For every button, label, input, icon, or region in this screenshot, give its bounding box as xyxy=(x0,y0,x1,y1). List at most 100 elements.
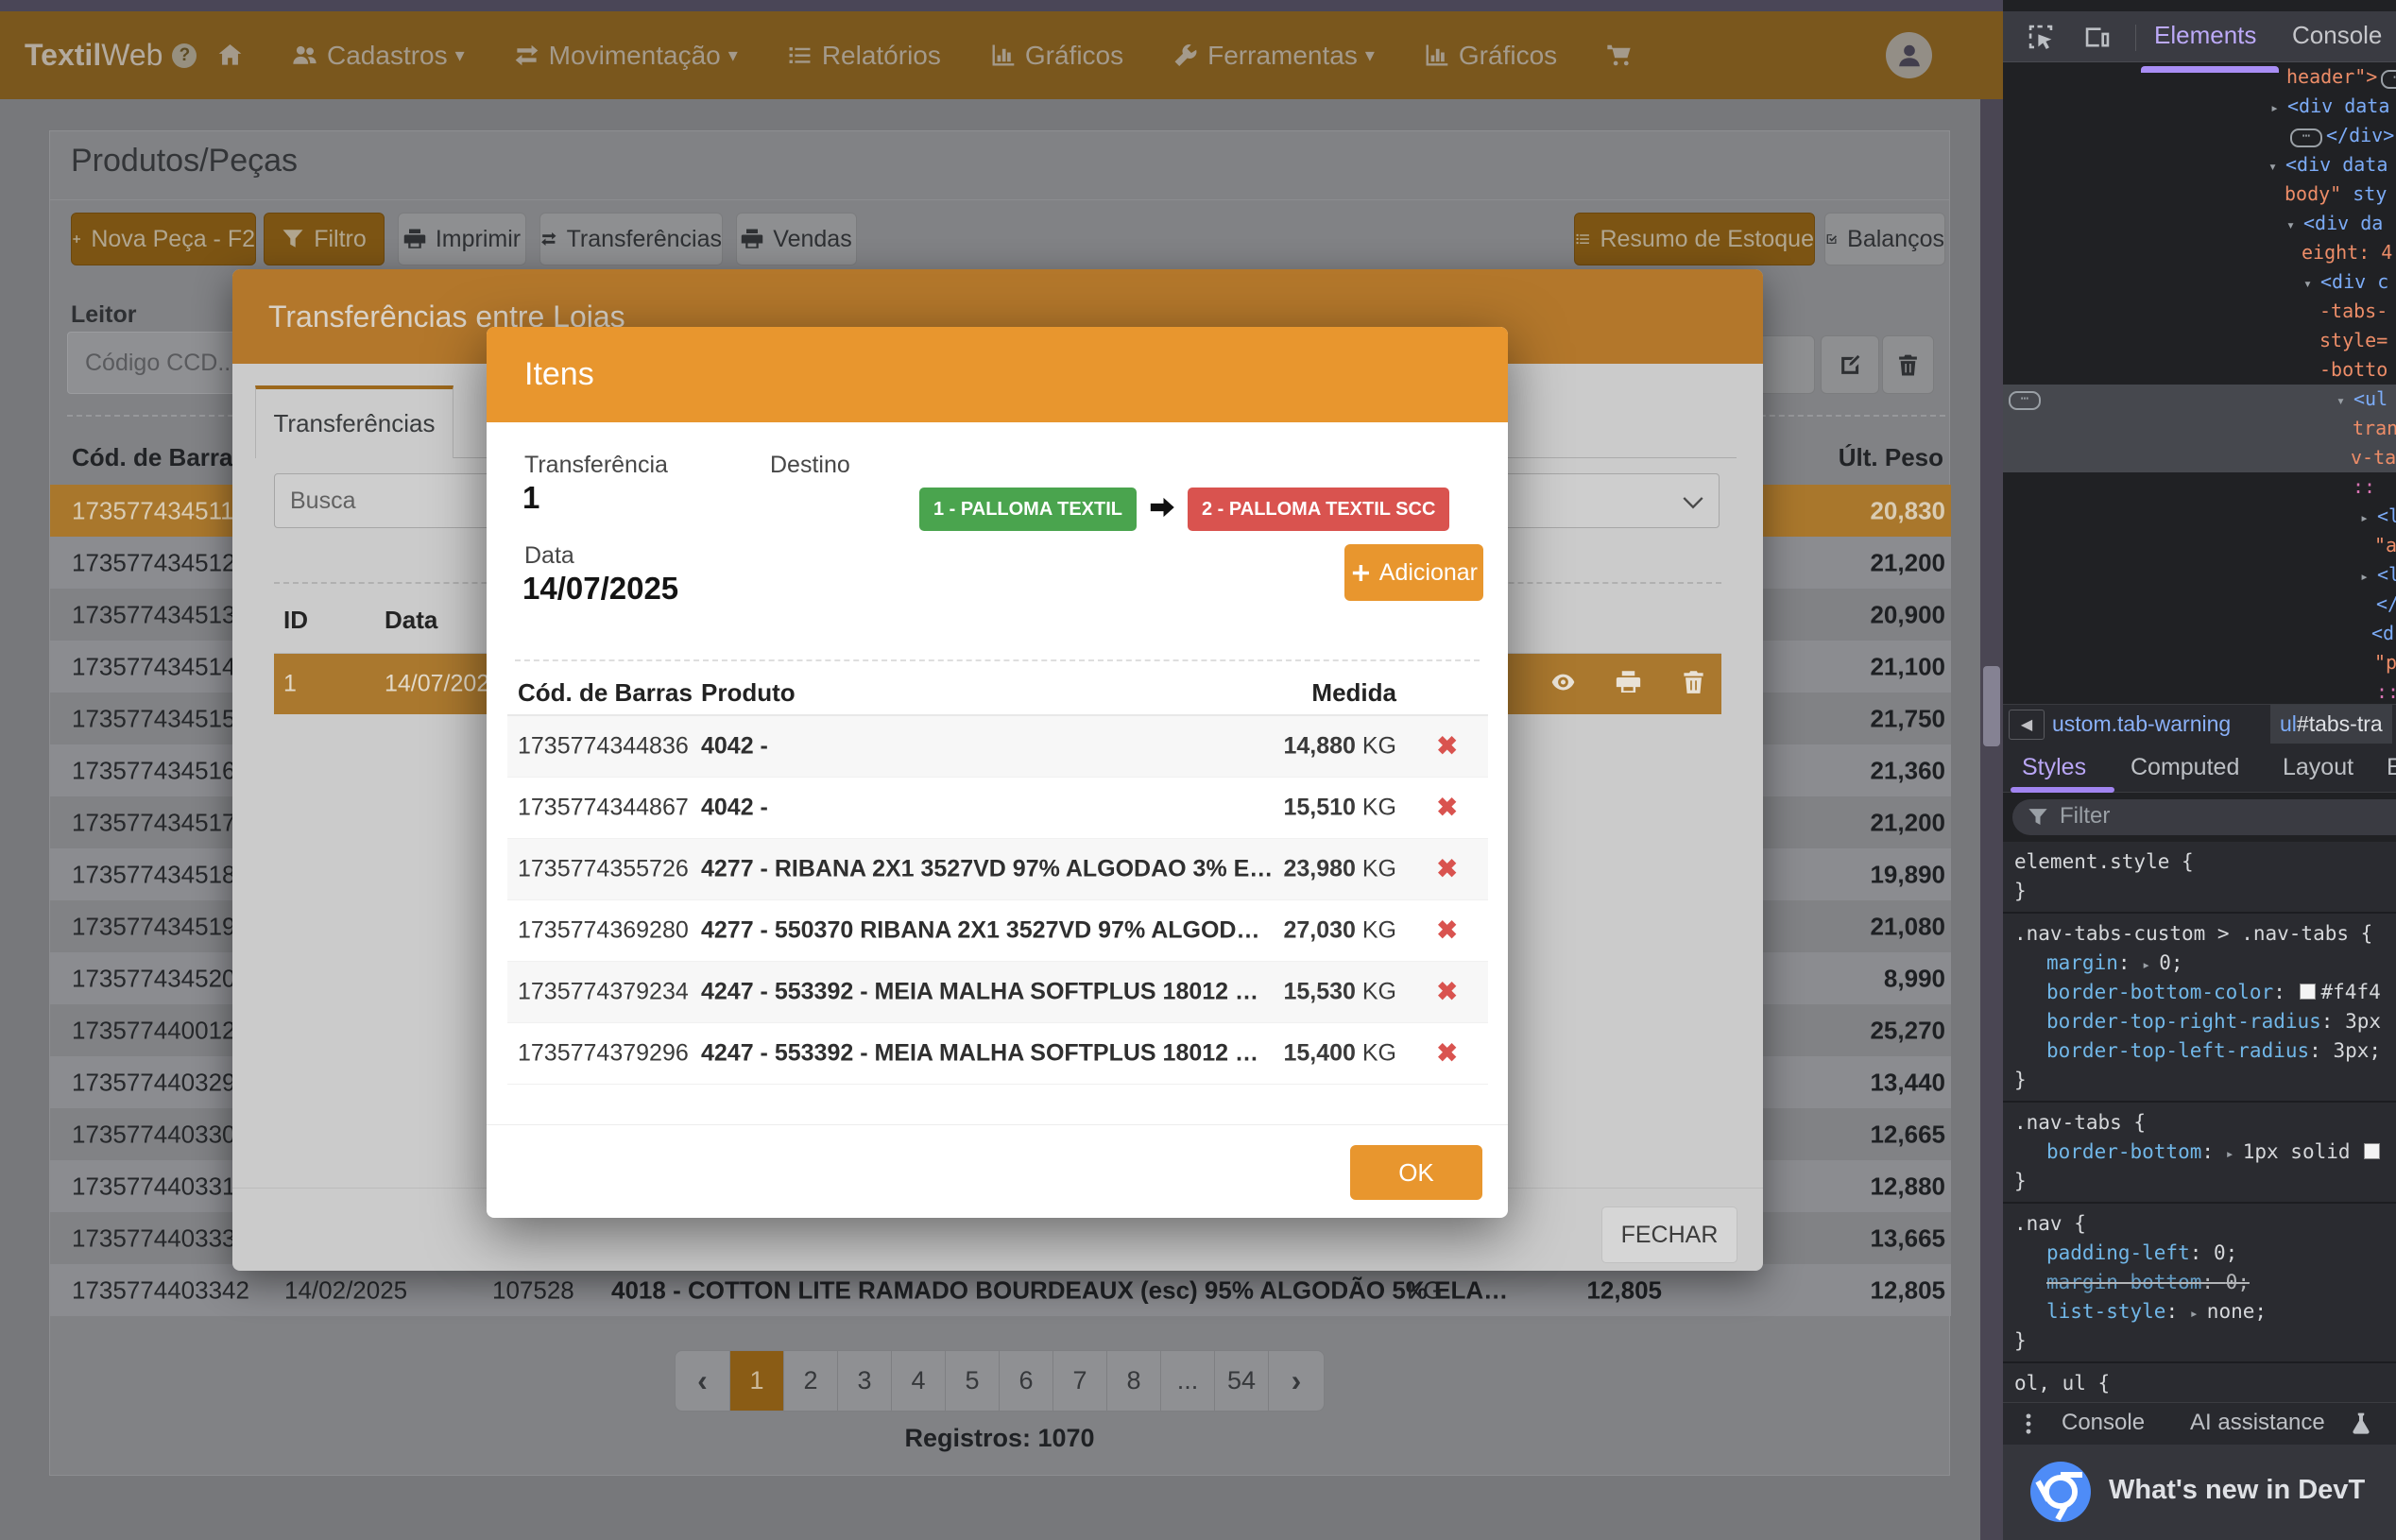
balancos-button[interactable]: Balanços xyxy=(1824,213,1945,265)
drawer-console-tab[interactable]: Console xyxy=(2062,1410,2145,1436)
editar-button[interactable] xyxy=(1821,335,1879,394)
css-property[interactable]: margin-bottom: 0; xyxy=(2014,1268,2396,1297)
scrollbar-thumb[interactable] xyxy=(1983,666,2000,746)
dom-tree-line[interactable]: header">⋯ xyxy=(2003,62,2396,92)
page-1[interactable]: 1 xyxy=(730,1351,784,1411)
main-table-header-ult-peso[interactable]: Últ. Peso xyxy=(1839,443,1943,472)
nav-item-relatorios[interactable]: Relatórios xyxy=(787,41,941,71)
col-header-data[interactable]: Data xyxy=(385,606,437,635)
resumo-de-estoque-button[interactable]: Resumo de Estoque xyxy=(1574,213,1815,265)
css-property[interactable]: margin: ▸ 0; xyxy=(2014,949,2396,978)
dom-tree-line[interactable]: ▾<div c xyxy=(2003,267,2396,297)
styles-filter-input[interactable]: Filter xyxy=(2012,799,2396,835)
nova-peca-button[interactable]: Nova Peça - F2 xyxy=(71,213,256,265)
view-button[interactable] xyxy=(1550,670,1576,699)
tab-computed[interactable]: Computed xyxy=(2131,754,2239,781)
dom-tree-line[interactable]: <d xyxy=(2003,619,2396,648)
page-next[interactable]: › xyxy=(1269,1351,1324,1411)
page-54[interactable]: 54 xyxy=(1215,1351,1269,1411)
drawer-ai-tab[interactable]: AI assistance xyxy=(2190,1410,2325,1436)
page-5[interactable]: 5 xyxy=(946,1351,1000,1411)
page-3[interactable]: 3 xyxy=(838,1351,892,1411)
dom-tree-line[interactable]: "p xyxy=(2003,648,2396,677)
dom-tree-line[interactable]: :: xyxy=(2003,472,2396,502)
dom-tree-line[interactable]: v-ta xyxy=(2003,443,2396,472)
css-rule[interactable]: .nav-tabs {border-bottom: ▸ 1px solid } xyxy=(2003,1103,2396,1204)
whats-new-bar[interactable]: What's new in DevT xyxy=(2003,1445,2396,1540)
dom-tree-line[interactable]: </ xyxy=(2003,590,2396,619)
print-button[interactable] xyxy=(1616,670,1641,699)
css-rule[interactable]: .nav {padding-left: 0;margin-bottom: 0;l… xyxy=(2003,1204,2396,1363)
css-property[interactable]: list-style: ▸ none; xyxy=(2014,1297,2396,1326)
css-rule[interactable]: element.style {} xyxy=(2003,842,2396,914)
breadcrumb-active-item[interactable]: ul#tabs-tra xyxy=(2270,705,2392,744)
nav-item-movimentacao[interactable]: Movimentação▾ xyxy=(514,41,738,71)
expand-arrow-icon[interactable]: ▸ xyxy=(2360,504,2377,533)
css-property[interactable]: border-bottom-color: #f4f4 xyxy=(2014,978,2396,1007)
css-property[interactable]: padding-left: 0; xyxy=(2014,1239,2396,1268)
item-row[interactable]: 17357743557264277 - RIBANA 2X1 3527VD 97… xyxy=(507,839,1488,900)
excluir-button[interactable] xyxy=(1882,335,1934,394)
page-4[interactable]: 4 xyxy=(892,1351,946,1411)
inspect-icon[interactable] xyxy=(2028,24,2054,54)
dom-tree-line[interactable]: ▸<l xyxy=(2003,502,2396,531)
css-property[interactable]: border-top-left-radius: 3px; xyxy=(2014,1036,2396,1066)
remove-item-button[interactable]: ✖ xyxy=(1436,732,1458,761)
node-menu-icon[interactable]: ⋯ xyxy=(2009,391,2041,410)
collapsed-dots-icon[interactable]: ⋯ xyxy=(2290,128,2322,147)
vendas-button[interactable]: Vendas xyxy=(736,213,857,265)
tab-transferencias[interactable]: Transferências xyxy=(255,385,454,458)
color-swatch[interactable] xyxy=(2300,984,2316,1000)
help-icon[interactable]: ? xyxy=(172,43,197,68)
page-...[interactable]: ... xyxy=(1161,1351,1215,1411)
page-2[interactable]: 2 xyxy=(784,1351,838,1411)
dom-tree-line[interactable]: ▾<div da xyxy=(2003,209,2396,238)
css-rule[interactable]: ol, ul {margin-top: 0;margin-bottom: 10 xyxy=(2003,1363,2396,1402)
main-table-header-barcode[interactable]: Cód. de Barras xyxy=(72,443,247,472)
ok-button[interactable]: OK xyxy=(1350,1145,1482,1200)
avatar[interactable] xyxy=(1886,32,1932,78)
remove-item-button[interactable]: ✖ xyxy=(1436,978,1458,1007)
fechar-button[interactable]: FECHAR xyxy=(1601,1206,1737,1263)
item-row[interactable]: 17357743448364042 -14,880 KG✖ xyxy=(507,716,1488,778)
dom-tree-line[interactable]: ▸<div data xyxy=(2003,92,2396,121)
dom-tree-line[interactable]: -tabs- xyxy=(2003,297,2396,326)
items-col-produto[interactable]: Produto xyxy=(701,678,796,708)
remove-item-button[interactable]: ✖ xyxy=(1436,1039,1458,1069)
remove-item-button[interactable]: ✖ xyxy=(1436,794,1458,823)
dom-tree-line[interactable]: ⋯▾<ul xyxy=(2003,385,2396,414)
css-property[interactable]: border-bottom: ▸ 1px solid xyxy=(2014,1138,2396,1167)
app-logo[interactable]: TextilWeb ? xyxy=(25,11,197,99)
items-col-medida[interactable]: Medida xyxy=(1311,678,1396,708)
nav-item-graficos-2[interactable]: Gráficos xyxy=(1424,41,1557,71)
nav-item-ferramentas[interactable]: Ferramentas▾ xyxy=(1172,41,1375,71)
dom-tree-line[interactable]: style= xyxy=(2003,326,2396,355)
table-row[interactable]: 173577440334214/02/20251075284018 - COTT… xyxy=(50,1264,1951,1316)
items-col-barcode[interactable]: Cód. de Barras xyxy=(518,678,693,708)
nav-item-graficos[interactable]: Gráficos xyxy=(990,41,1123,71)
dom-tree-line[interactable]: ▸<l xyxy=(2003,560,2396,590)
expand-arrow-icon[interactable]: ▾ xyxy=(2286,211,2303,240)
expand-arrow-icon[interactable]: ▾ xyxy=(2268,152,2285,181)
item-row[interactable]: 17357743792964247 - 553392 - MEIA MALHA … xyxy=(507,1023,1488,1085)
page-6[interactable]: 6 xyxy=(1000,1351,1053,1411)
css-rule[interactable]: .nav-tabs-custom > .nav-tabs {margin: ▸ … xyxy=(2003,914,2396,1103)
dom-tree-line[interactable]: "a xyxy=(2003,531,2396,560)
item-row[interactable]: 17357743692804277 - 550370 RIBANA 2X1 35… xyxy=(507,900,1488,962)
drawer-menu-icon[interactable] xyxy=(2016,1412,2041,1438)
page-8[interactable]: 8 xyxy=(1107,1351,1161,1411)
delete-button[interactable] xyxy=(1681,670,1706,699)
breadcrumb-back-button[interactable]: ◀ xyxy=(2009,710,2045,740)
filtro-button[interactable]: Filtro xyxy=(264,213,385,265)
nav-item-cadastros[interactable]: Cadastros▾ xyxy=(292,41,465,71)
page-7[interactable]: 7 xyxy=(1053,1351,1107,1411)
device-toolbar-icon[interactable] xyxy=(2084,24,2111,54)
remove-item-button[interactable]: ✖ xyxy=(1436,855,1458,884)
dom-tree-line[interactable]: eight: 4 xyxy=(2003,238,2396,267)
imprimir-button[interactable]: Imprimir xyxy=(398,213,526,265)
adicionar-button[interactable]: Adicionar xyxy=(1344,544,1483,601)
devtools-tab-console[interactable]: Console xyxy=(2292,21,2382,50)
col-header-id[interactable]: ID xyxy=(283,606,308,635)
breadcrumb-item[interactable]: ustom.tab-warning xyxy=(2052,711,2231,737)
item-row[interactable]: 17357743448674042 -15,510 KG✖ xyxy=(507,778,1488,839)
